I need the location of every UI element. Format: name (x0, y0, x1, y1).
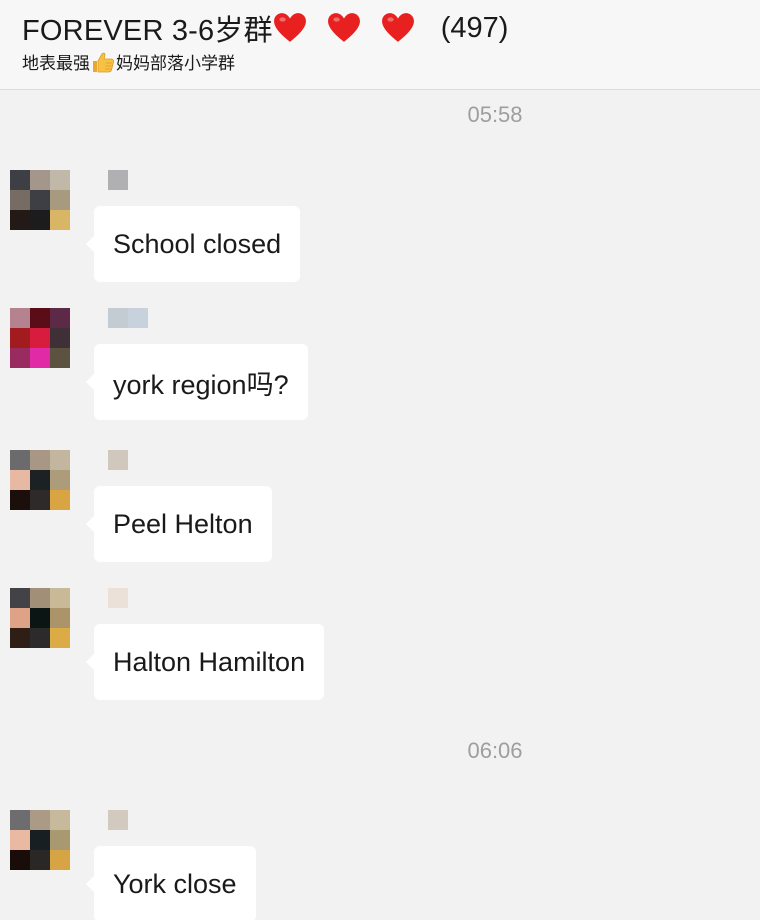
avatar-pixel (30, 348, 50, 368)
avatar-pixel (30, 450, 50, 470)
avatar-pixel (30, 608, 50, 628)
avatar[interactable] (10, 450, 70, 510)
avatar-pixel (10, 328, 30, 348)
avatar-pixel (50, 190, 70, 210)
avatar-pixel (50, 328, 70, 348)
chat-window: FOREVER 3-6岁群 (497) 地表最强 妈妈部落小学群 05:58 S… (0, 0, 760, 920)
avatar-pixel (30, 810, 50, 830)
avatar[interactable] (10, 588, 70, 648)
avatar-pixel (50, 490, 70, 510)
avatar-pixel (30, 850, 50, 870)
avatar-pixel (50, 850, 70, 870)
sender-name-pixel (108, 170, 128, 190)
chat-title-row[interactable]: FOREVER 3-6岁群 (497) (22, 8, 508, 48)
avatar-pixel (30, 190, 50, 210)
group-subtitle: 地表最强 妈妈部落小学群 (22, 49, 235, 74)
avatar-pixel (10, 588, 30, 608)
avatar-pixel (30, 470, 50, 490)
avatar-pixel (10, 210, 30, 230)
thumbs-up-icon (93, 52, 115, 72)
avatar-pixel (50, 210, 70, 230)
avatar-pixel (10, 308, 30, 328)
heart-icon (381, 13, 414, 42)
avatar-pixel (50, 308, 70, 328)
sender-name-pixel (128, 308, 148, 328)
sender-name-pixel (108, 810, 128, 830)
avatar-pixel (10, 608, 30, 628)
group-name: FOREVER 3-6岁群 (22, 15, 273, 47)
sender-name (108, 308, 148, 328)
sender-name (108, 170, 128, 190)
avatar-pixel (30, 210, 50, 230)
avatar-pixel (30, 328, 50, 348)
avatar-pixel (50, 170, 70, 190)
avatar-pixel (30, 490, 50, 510)
avatar-pixel (50, 608, 70, 628)
avatar-pixel (10, 470, 30, 490)
avatar-pixel (30, 170, 50, 190)
avatar-pixel (10, 348, 30, 368)
avatar-pixel (50, 588, 70, 608)
avatar-pixel (10, 490, 30, 510)
sender-name-pixel (108, 308, 128, 328)
heart-icon (273, 13, 306, 42)
avatar-pixel (10, 450, 30, 470)
avatar-pixel (10, 830, 30, 850)
message-bubble[interactable]: School closed (85, 206, 301, 282)
sender-name (108, 810, 128, 830)
avatar[interactable] (10, 308, 70, 368)
avatar-pixel (50, 450, 70, 470)
message-bubble[interactable]: York close (86, 846, 256, 920)
member-count: (497) (440, 11, 509, 44)
avatar-pixel (30, 588, 50, 608)
avatar-pixel (30, 308, 50, 328)
sender-name-pixel (108, 450, 128, 470)
avatar-pixel (10, 810, 30, 830)
sender-name-pixel (108, 588, 128, 608)
avatar-pixel (50, 830, 70, 850)
timestamp: 06:06 (467, 738, 523, 763)
sender-name (108, 450, 128, 470)
timestamp: 05:58 (467, 102, 523, 127)
avatar-pixel (10, 190, 30, 210)
avatar-pixel (30, 628, 50, 648)
avatar[interactable] (10, 810, 70, 870)
message-bubble[interactable]: Peel Helton (86, 486, 272, 562)
heart-icon (327, 13, 360, 42)
avatar-pixel (50, 470, 70, 490)
avatar[interactable] (10, 170, 70, 230)
avatar-pixel (30, 830, 50, 850)
avatar-pixel (10, 628, 30, 648)
avatar-pixel (50, 810, 70, 830)
avatar-pixel (10, 170, 30, 190)
avatar-pixel (50, 628, 70, 648)
avatar-pixel (10, 850, 30, 870)
chat-header: FOREVER 3-6岁群 (497) 地表最强 妈妈部落小学群 (0, 0, 760, 90)
subtitle-text-start: 地表最强 (22, 54, 90, 73)
subtitle-text-end: 妈妈部落小学群 (116, 54, 235, 73)
sender-name (108, 588, 128, 608)
message-bubble[interactable]: Halton Hamilton (85, 624, 325, 700)
message-bubble[interactable]: york region吗? (86, 344, 308, 420)
avatar-pixel (50, 348, 70, 368)
